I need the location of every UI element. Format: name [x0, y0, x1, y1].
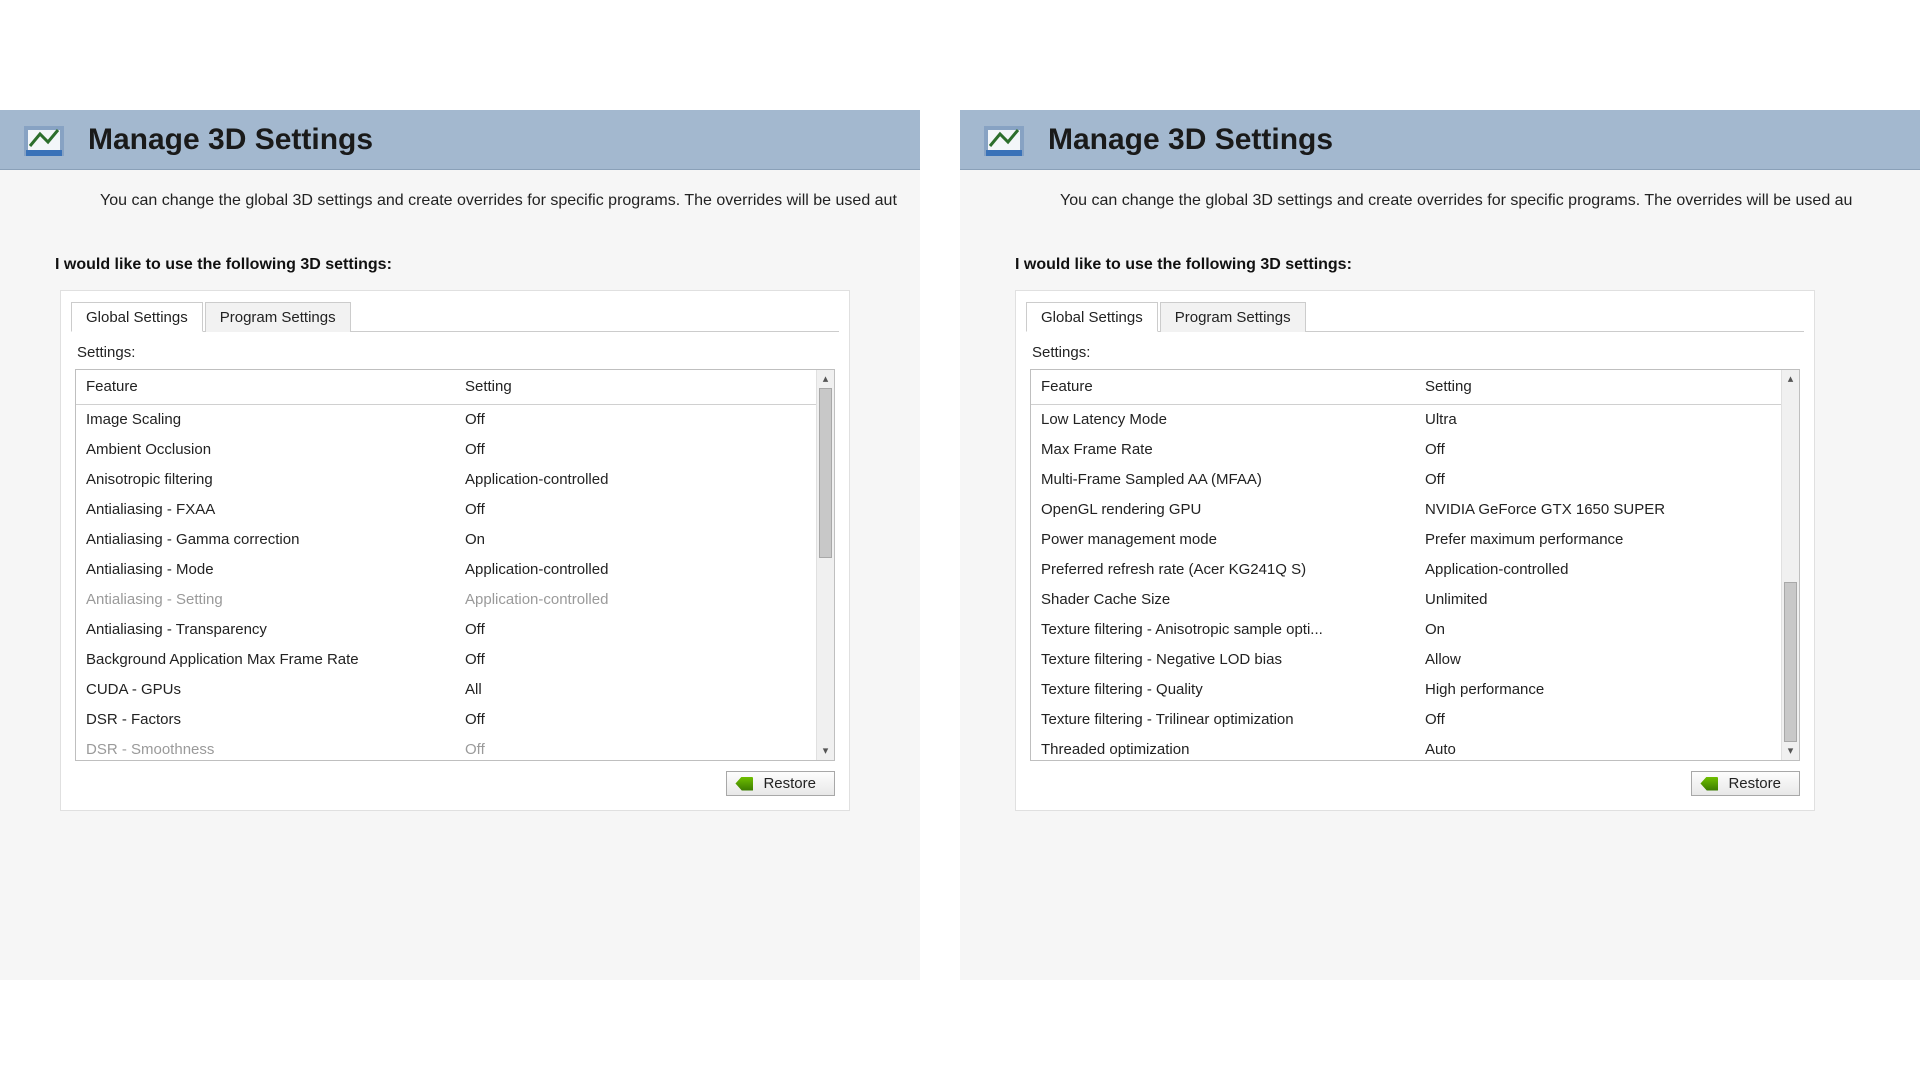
table-row-feature[interactable]: Multi-Frame Sampled AA (MFAA) — [1031, 465, 1415, 495]
tab-program-settings[interactable]: Program Settings — [205, 302, 351, 332]
col-setting[interactable]: Setting — [1415, 370, 1799, 405]
page-description: You can change the global 3D settings an… — [0, 170, 920, 228]
table-row-setting[interactable]: High performance — [1415, 675, 1799, 705]
table-row-feature[interactable]: Texture filtering - Anisotropic sample o… — [1031, 615, 1415, 645]
tabs: Global Settings Program Settings — [1026, 301, 1804, 332]
nvidia-app-icon — [20, 116, 68, 164]
table-row-setting[interactable]: Off — [455, 735, 834, 760]
table-row-feature[interactable]: Shader Cache Size — [1031, 585, 1415, 615]
col-feature[interactable]: Feature — [76, 370, 455, 405]
table-row-feature[interactable]: Antialiasing - Mode — [76, 555, 455, 585]
restore-button-label: Restore — [763, 775, 816, 792]
table-row-setting[interactable]: Application-controlled — [455, 465, 834, 495]
table-row-feature[interactable]: Background Application Max Frame Rate — [76, 645, 455, 675]
scroll-down-icon[interactable]: ▾ — [819, 743, 832, 759]
page-description: You can change the global 3D settings an… — [960, 170, 1920, 228]
settings-card: Global Settings Program Settings Setting… — [1015, 290, 1815, 811]
nvidia-logo-icon — [735, 777, 753, 791]
scroll-thumb[interactable] — [819, 388, 832, 558]
table-row-setting[interactable]: Off — [455, 615, 834, 645]
table-row-setting[interactable]: Off — [455, 705, 834, 735]
settings-scroll-area[interactable]: Feature Setting Low Latency ModeUltraMax… — [1031, 370, 1799, 760]
table-row-feature[interactable]: CUDA - GPUs — [76, 675, 455, 705]
table-row-setting[interactable]: On — [455, 525, 834, 555]
table-row-setting[interactable]: Application-controlled — [455, 585, 834, 615]
table-row-feature[interactable]: Preferred refresh rate (Acer KG241Q S) — [1031, 555, 1415, 585]
button-row: Restore — [71, 771, 835, 796]
col-setting[interactable]: Setting — [455, 370, 834, 405]
table-row-setting[interactable]: Allow — [1415, 645, 1799, 675]
vertical-scrollbar[interactable]: ▴ ▾ — [816, 370, 834, 760]
scroll-thumb[interactable] — [1784, 582, 1797, 742]
page-title: Manage 3D Settings — [1048, 123, 1333, 157]
table-row-feature[interactable]: Power management mode — [1031, 525, 1415, 555]
settings-scroll-area[interactable]: Feature Setting Image ScalingOffAmbient … — [76, 370, 834, 760]
scroll-up-icon[interactable]: ▴ — [1784, 371, 1797, 387]
settings-card: Global Settings Program Settings Setting… — [60, 290, 850, 811]
table-row-feature[interactable]: Max Frame Rate — [1031, 435, 1415, 465]
table-row-setting[interactable]: All — [455, 675, 834, 705]
table-row-setting[interactable]: Application-controlled — [1415, 555, 1799, 585]
restore-button-label: Restore — [1728, 775, 1781, 792]
table-row-feature[interactable]: OpenGL rendering GPU — [1031, 495, 1415, 525]
nvidia-app-icon — [980, 116, 1028, 164]
settings-table: Feature Setting Low Latency ModeUltraMax… — [1030, 369, 1800, 761]
scroll-up-icon[interactable]: ▴ — [819, 371, 832, 387]
vertical-scrollbar[interactable]: ▴ ▾ — [1781, 370, 1799, 760]
restore-button[interactable]: Restore — [1691, 771, 1800, 796]
table-row-setting[interactable]: Prefer maximum performance — [1415, 525, 1799, 555]
table-row-feature[interactable]: Antialiasing - Transparency — [76, 615, 455, 645]
table-row-setting[interactable]: Ultra — [1415, 405, 1799, 435]
table-row-setting[interactable]: NVIDIA GeForce GTX 1650 SUPER — [1415, 495, 1799, 525]
table-row-setting[interactable]: Off — [455, 435, 834, 465]
header-bar: Manage 3D Settings — [0, 110, 920, 170]
table-row-setting[interactable]: Off — [1415, 435, 1799, 465]
tab-program-settings[interactable]: Program Settings — [1160, 302, 1306, 332]
table-row-setting[interactable]: Off — [1415, 465, 1799, 495]
header-bar: Manage 3D Settings — [960, 110, 1920, 170]
table-row-setting[interactable]: Off — [455, 495, 834, 525]
tab-global-settings[interactable]: Global Settings — [1026, 302, 1158, 332]
settings-label: Settings: — [71, 338, 839, 365]
table-row-setting[interactable]: Off — [455, 405, 834, 435]
table-row-feature[interactable]: Antialiasing - Gamma correction — [76, 525, 455, 555]
button-row: Restore — [1026, 771, 1800, 796]
panel-left: Manage 3D Settings You can change the gl… — [0, 110, 920, 980]
table-row-feature[interactable]: Texture filtering - Negative LOD bias — [1031, 645, 1415, 675]
table-row-feature[interactable]: Anisotropic filtering — [76, 465, 455, 495]
table-row-setting[interactable]: Off — [1415, 705, 1799, 735]
settings-label: Settings: — [1026, 338, 1804, 365]
panel-right: Manage 3D Settings You can change the gl… — [960, 110, 1920, 980]
table-row-feature[interactable]: Threaded optimization — [1031, 735, 1415, 760]
table-row-setting[interactable]: Auto — [1415, 735, 1799, 760]
table-row-feature[interactable]: DSR - Factors — [76, 705, 455, 735]
table-row-setting[interactable]: Off — [455, 645, 834, 675]
tab-global-settings[interactable]: Global Settings — [71, 302, 203, 332]
table-row-feature[interactable]: DSR - Smoothness — [76, 735, 455, 760]
table-row-feature[interactable]: Texture filtering - Trilinear optimizati… — [1031, 705, 1415, 735]
table-row-feature[interactable]: Ambient Occlusion — [76, 435, 455, 465]
restore-button[interactable]: Restore — [726, 771, 835, 796]
scroll-down-icon[interactable]: ▾ — [1784, 743, 1797, 759]
col-feature[interactable]: Feature — [1031, 370, 1415, 405]
section-label: I would like to use the following 3D set… — [0, 228, 920, 290]
table-row-setting[interactable]: Application-controlled — [455, 555, 834, 585]
page-title: Manage 3D Settings — [88, 123, 373, 157]
table-row-feature[interactable]: Low Latency Mode — [1031, 405, 1415, 435]
tabs: Global Settings Program Settings — [71, 301, 839, 332]
table-row-setting[interactable]: Unlimited — [1415, 585, 1799, 615]
settings-table: Feature Setting Image ScalingOffAmbient … — [75, 369, 835, 761]
table-row-feature[interactable]: Antialiasing - Setting — [76, 585, 455, 615]
table-row-feature[interactable]: Antialiasing - FXAA — [76, 495, 455, 525]
nvidia-logo-icon — [1700, 777, 1718, 791]
section-label: I would like to use the following 3D set… — [960, 228, 1920, 290]
table-row-feature[interactable]: Image Scaling — [76, 405, 455, 435]
table-row-setting[interactable]: On — [1415, 615, 1799, 645]
table-row-feature[interactable]: Texture filtering - Quality — [1031, 675, 1415, 705]
